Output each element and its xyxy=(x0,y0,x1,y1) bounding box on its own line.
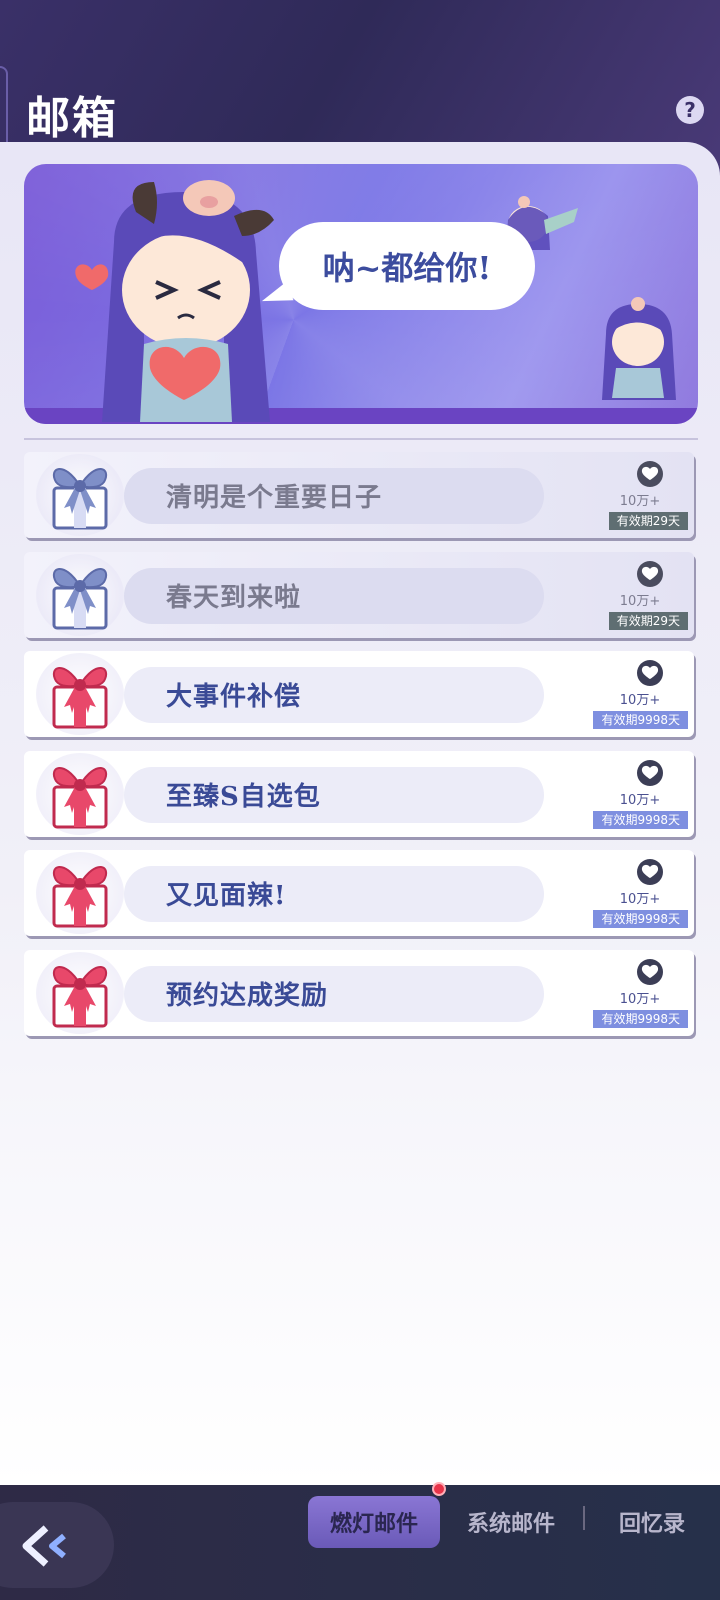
mail-subject: 至臻S自选包 xyxy=(166,782,321,812)
heart-icon xyxy=(637,959,663,985)
mail-subject: 预约达成奖励 xyxy=(166,981,329,1011)
gift-box-icon xyxy=(52,767,108,829)
tab-memoir[interactable]: 回忆录 xyxy=(604,1496,700,1548)
mail-subject: 又见面辣! xyxy=(166,881,287,911)
mail-item[interactable]: 又见面辣! 10万+ 有效期9998天 xyxy=(24,850,694,936)
like-count: 10万+ xyxy=(619,992,661,1007)
expiry-badge: 有效期9998天 xyxy=(593,1010,688,1028)
heart-icon xyxy=(637,561,663,587)
expiry-badge: 有效期9998天 xyxy=(593,711,688,729)
gift-box-icon xyxy=(52,866,108,928)
tab-system-mail[interactable]: 系统邮件 xyxy=(458,1496,564,1548)
mail-item[interactable]: 春天到来啦 10万+ 有效期29天 xyxy=(24,552,694,638)
like-count: 10万+ xyxy=(619,594,661,609)
heart-icon xyxy=(637,660,663,686)
heart-icon xyxy=(637,760,663,786)
question-circle-icon[interactable]: ? xyxy=(676,96,704,124)
speech-bubble: 呐~都给你! xyxy=(279,222,535,310)
heart-icon xyxy=(637,461,663,487)
small-chibi-illustration xyxy=(602,297,676,400)
like-count: 10万+ xyxy=(619,892,661,907)
gift-box-icon xyxy=(52,966,108,1028)
mailbox-banner: 呐~都给你! xyxy=(24,164,698,424)
tab-lantern-mail[interactable]: 燃灯邮件 xyxy=(308,1496,440,1548)
banner-divider xyxy=(24,438,698,440)
like-count: 10万+ xyxy=(619,693,661,708)
expiry-badge: 有效期29天 xyxy=(608,512,688,530)
mail-item[interactable]: 大事件补偿 10万+ 有效期9998天 xyxy=(24,651,694,737)
mail-subject: 大事件补偿 xyxy=(166,682,302,712)
mail-item[interactable]: 预约达成奖励 10万+ 有效期9998天 xyxy=(24,950,694,1036)
expiry-badge: 有效期9998天 xyxy=(593,910,688,928)
mail-item[interactable]: 至臻S自选包 10万+ 有效期9998天 xyxy=(24,751,694,837)
like-count: 10万+ xyxy=(619,793,661,808)
tab-separator xyxy=(583,1506,585,1530)
mail-subject: 春天到来啦 xyxy=(166,583,302,613)
page-title: 邮箱 xyxy=(26,93,118,144)
gift-box-icon xyxy=(52,468,108,530)
heart-icon xyxy=(637,859,663,885)
mail-item[interactable]: 清明是个重要日子 10万+ 有效期29天 xyxy=(24,452,694,538)
expiry-badge: 有效期29天 xyxy=(608,612,688,630)
like-count: 10万+ xyxy=(619,494,661,509)
gift-box-icon xyxy=(52,667,108,729)
gift-box-icon xyxy=(52,568,108,630)
expiry-badge: 有效期9998天 xyxy=(593,811,688,829)
notification-dot xyxy=(432,1482,446,1496)
mail-subject: 清明是个重要日子 xyxy=(166,483,383,513)
double-chevron-left-icon[interactable] xyxy=(20,1524,70,1568)
